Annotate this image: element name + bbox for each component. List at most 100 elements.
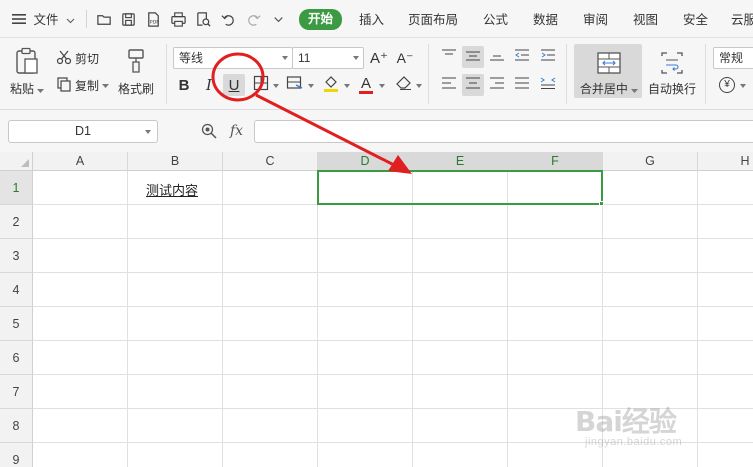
font-name-select[interactable]: 等线 xyxy=(173,47,293,69)
selection-range[interactable] xyxy=(317,170,603,205)
search-function-icon[interactable] xyxy=(200,122,218,143)
wrap-text-icon xyxy=(657,48,687,78)
print-preview-icon[interactable] xyxy=(193,9,213,29)
align-center-icon xyxy=(465,76,481,94)
row-header-4[interactable]: 4 xyxy=(0,273,33,307)
tab-view[interactable]: 视图 xyxy=(633,10,658,30)
clipboard-icon xyxy=(12,46,42,76)
tab-cloud[interactable]: 云服 xyxy=(731,10,753,30)
font-size-select[interactable]: 11 xyxy=(292,47,364,69)
row-header-2[interactable]: 2 xyxy=(0,205,33,239)
column-header-d[interactable]: D xyxy=(318,152,413,171)
decrease-indent-button[interactable] xyxy=(511,46,533,68)
distributed-align-button[interactable] xyxy=(537,74,559,96)
column-header-b[interactable]: B xyxy=(128,152,223,171)
currency-button[interactable]: ¥ xyxy=(716,74,738,96)
svg-text:PDF: PDF xyxy=(149,19,158,25)
increase-indent-button[interactable] xyxy=(537,46,559,68)
chevron-down-icon[interactable] xyxy=(273,84,279,88)
justify-button[interactable] xyxy=(511,74,533,96)
column-header-e[interactable]: E xyxy=(413,152,508,171)
italic-button[interactable]: I xyxy=(198,74,220,96)
number-format-select[interactable]: 常规 xyxy=(713,47,753,69)
column-header-c[interactable]: C xyxy=(223,152,318,171)
align-top-button[interactable] xyxy=(438,46,460,68)
align-bottom-button[interactable] xyxy=(486,46,508,68)
wrap-text-button[interactable]: 自动换行 xyxy=(648,44,696,97)
formula-input[interactable] xyxy=(254,120,753,143)
align-right-button[interactable] xyxy=(486,74,508,96)
watermark: Bai经验 jingyan.baidu.com xyxy=(575,400,745,460)
clear-format-button[interactable] xyxy=(393,74,415,96)
insert-function-button[interactable]: fx xyxy=(230,123,243,139)
row-header-5[interactable]: 5 xyxy=(0,307,33,341)
select-all-corner[interactable] xyxy=(0,152,33,171)
tab-page-layout[interactable]: 页面布局 xyxy=(408,10,458,30)
format-painter-button[interactable]: 格式刷 xyxy=(118,46,154,97)
grow-font-button[interactable]: A⁺ xyxy=(368,47,390,69)
italic-icon: I xyxy=(206,76,212,94)
cell-b1[interactable]: 测试内容 xyxy=(146,180,198,199)
column-header-f[interactable]: F xyxy=(508,152,603,171)
copy-button[interactable]: 复制 xyxy=(56,74,112,96)
row-header-3[interactable]: 3 xyxy=(0,239,33,273)
scissors-icon xyxy=(56,49,75,68)
shrink-font-button[interactable]: A⁻ xyxy=(394,47,416,69)
bold-button[interactable]: B xyxy=(173,74,195,96)
distributed-align-icon xyxy=(540,76,556,94)
gridline-vertical xyxy=(127,171,128,467)
hamburger-icon xyxy=(12,11,26,31)
column-header-g[interactable]: G xyxy=(603,152,698,171)
tab-insert[interactable]: 插入 xyxy=(359,10,384,30)
cut-button[interactable]: 剪切 xyxy=(56,47,99,69)
merge-cells-icon xyxy=(594,48,624,78)
tab-review[interactable]: 审阅 xyxy=(583,10,608,30)
chevron-down-icon[interactable] xyxy=(379,84,385,88)
format-painter-icon xyxy=(121,46,151,76)
print-icon[interactable] xyxy=(168,9,188,29)
underline-button[interactable]: U xyxy=(223,74,245,96)
fill-color-button[interactable] xyxy=(320,74,342,96)
align-center-button[interactable] xyxy=(462,74,484,96)
chevron-down-icon[interactable] xyxy=(344,84,350,88)
font-color-button[interactable]: A xyxy=(355,74,377,96)
currency-glyph: ¥ xyxy=(724,79,730,90)
align-left-button[interactable] xyxy=(438,74,460,96)
row-header-7[interactable]: 7 xyxy=(0,375,33,409)
copy-icon xyxy=(56,76,75,95)
save-icon[interactable] xyxy=(118,9,138,29)
tab-formulas[interactable]: 公式 xyxy=(483,10,508,30)
gridline-horizontal xyxy=(33,238,753,239)
underline-icon: U xyxy=(228,76,240,94)
tab-home[interactable]: 开始 xyxy=(299,9,343,30)
tab-security[interactable]: 安全 xyxy=(683,10,708,30)
cell-style-button[interactable] xyxy=(284,74,306,96)
paste-button[interactable]: 粘贴 xyxy=(10,46,45,97)
row-header-6[interactable]: 6 xyxy=(0,341,33,375)
row-header-9[interactable]: 9 xyxy=(0,443,33,467)
merge-center-button[interactable]: 合并居中 xyxy=(574,44,644,98)
align-top-icon xyxy=(441,48,457,66)
chevron-down-icon[interactable] xyxy=(740,84,746,88)
export-pdf-icon[interactable]: PDF xyxy=(143,9,163,29)
row-header-1[interactable]: 1 xyxy=(0,171,33,205)
borders-button[interactable] xyxy=(250,74,272,96)
name-box[interactable]: D1 xyxy=(8,120,158,143)
file-menu-label: 文件 xyxy=(33,13,59,27)
column-header-a[interactable]: A xyxy=(33,152,128,171)
row-header-8[interactable]: 8 xyxy=(0,409,33,443)
align-middle-button[interactable] xyxy=(462,46,484,68)
fill-handle[interactable] xyxy=(599,201,604,206)
watermark-url: jingyan.baidu.com xyxy=(585,436,683,448)
chevron-down-icon[interactable] xyxy=(416,84,422,88)
column-header-h[interactable]: H xyxy=(698,152,753,171)
more-icon[interactable] xyxy=(268,9,288,29)
open-folder-icon[interactable] xyxy=(94,9,114,29)
undo-icon[interactable] xyxy=(218,9,238,29)
bold-icon: B xyxy=(178,76,190,94)
chevron-down-icon[interactable] xyxy=(308,84,314,88)
tab-data[interactable]: 数据 xyxy=(533,10,558,30)
file-menu[interactable]: 文件 xyxy=(12,10,75,30)
redo-icon[interactable] xyxy=(243,9,263,29)
wrap-text-label: 自动换行 xyxy=(648,82,697,96)
